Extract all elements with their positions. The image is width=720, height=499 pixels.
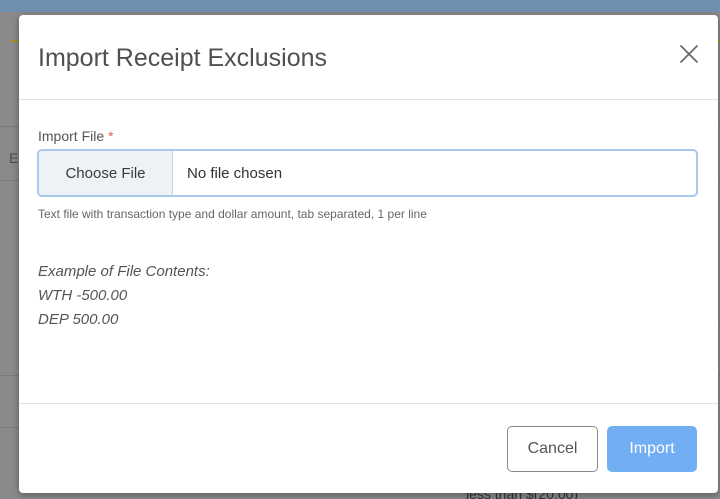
import-button[interactable]: Import: [607, 426, 697, 472]
background-divider: [0, 375, 20, 376]
background-divider: [0, 180, 20, 181]
background-divider: [0, 126, 20, 127]
background-topbar: [0, 0, 720, 12]
import-file-label: Import File *: [38, 128, 114, 144]
file-status-text: No file chosen: [187, 164, 283, 182]
close-button[interactable]: [678, 43, 700, 65]
import-file-input[interactable]: Choose File No file chosen: [37, 149, 698, 197]
background-divider: [0, 427, 20, 428]
modal-header: Import Receipt Exclusions: [19, 15, 718, 100]
background-partial-letter: E: [9, 150, 19, 166]
file-example-line: DEP 500.00: [38, 311, 119, 328]
modal-footer: Cancel Import: [19, 403, 718, 493]
import-file-label-text: Import File: [38, 128, 105, 144]
cancel-button[interactable]: Cancel: [507, 426, 598, 472]
background-accent: [10, 40, 18, 42]
file-help-text: Text file with transaction type and doll…: [38, 207, 427, 221]
required-marker: *: [108, 128, 114, 144]
file-example: Example of File Contents: WTH -500.00 DE…: [38, 260, 210, 332]
modal-body: Import File * Choose File No file chosen …: [19, 101, 718, 403]
close-icon: [680, 45, 698, 63]
choose-file-button[interactable]: Choose File: [39, 151, 173, 195]
file-example-heading: Example of File Contents:: [38, 263, 210, 280]
import-receipt-exclusions-modal: Import Receipt Exclusions Import File * C…: [19, 15, 718, 493]
file-example-line: WTH -500.00: [38, 287, 128, 304]
modal-title: Import Receipt Exclusions: [38, 44, 328, 72]
